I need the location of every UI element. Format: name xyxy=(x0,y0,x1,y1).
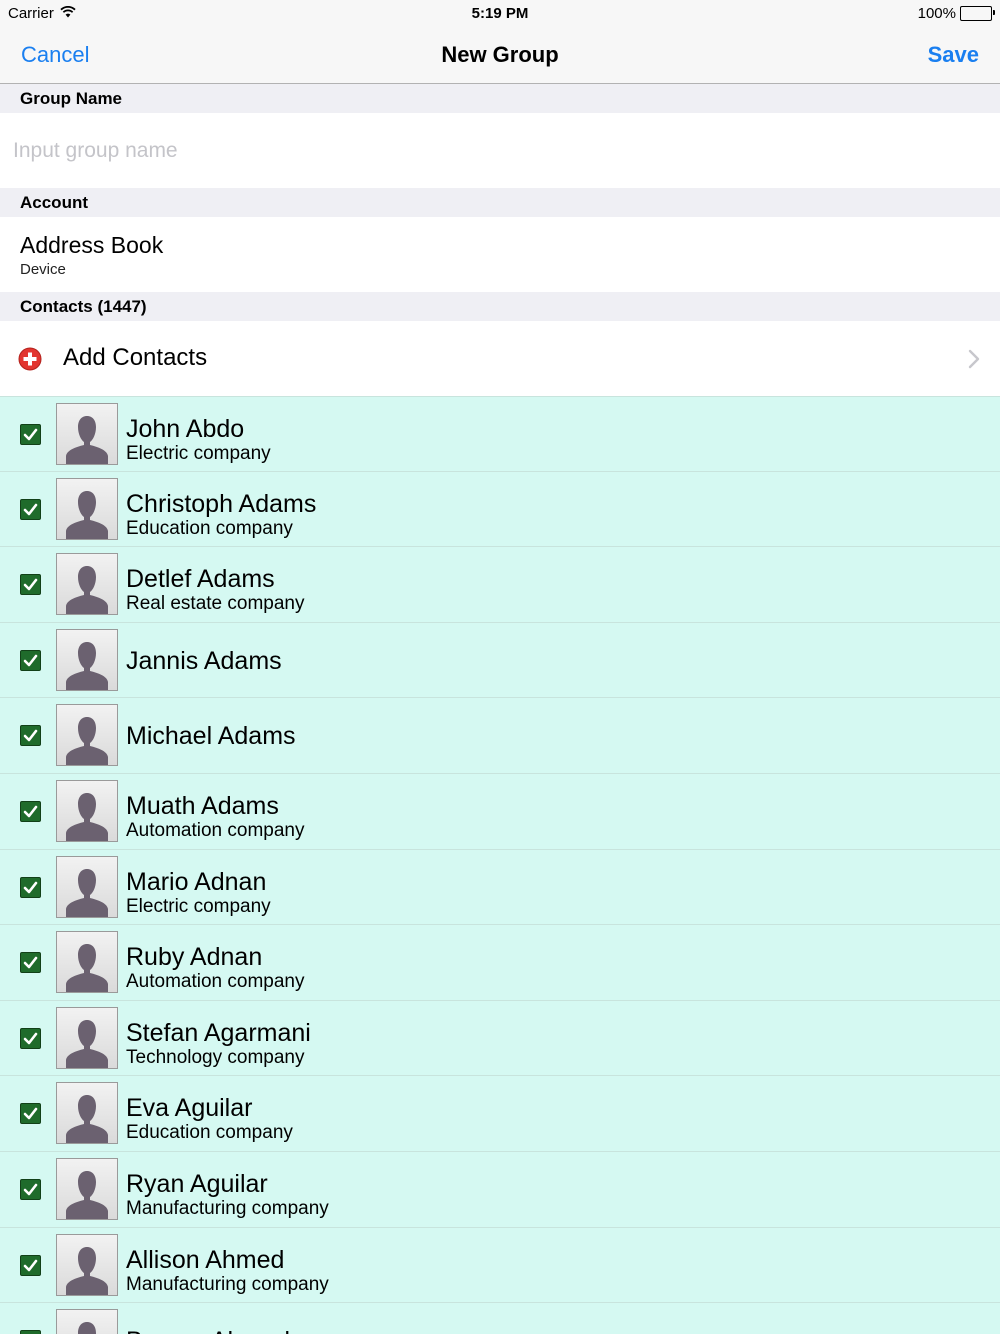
clock: 5:19 PM xyxy=(471,5,529,22)
contact-name: Ruby Adnan xyxy=(126,943,263,972)
contact-company: Electric company xyxy=(126,443,271,464)
avatar-placeholder-icon xyxy=(56,1082,118,1145)
avatar-placeholder-icon xyxy=(56,855,118,918)
contact-row[interactable]: Christoph Adams Education company xyxy=(0,472,1000,548)
contact-company: Education company xyxy=(126,1122,293,1144)
contact-row[interactable]: Stefan Agarmani Technology company xyxy=(0,1001,1000,1077)
contact-company: Automation company xyxy=(126,819,305,841)
avatar-placeholder-icon xyxy=(56,931,118,994)
avatar-placeholder-icon xyxy=(56,1006,118,1069)
contact-name: Stefan Agarmani xyxy=(126,1018,311,1047)
wifi-icon xyxy=(60,5,76,22)
contact-company: Automation company xyxy=(126,971,305,993)
avatar-placeholder-icon xyxy=(56,704,118,767)
add-contacts-button[interactable]: Add Contacts xyxy=(0,321,1000,396)
add-contacts-label: Add Contacts xyxy=(63,344,208,371)
contact-name: Detlef Adams xyxy=(126,565,275,594)
checkbox-checked-icon[interactable] xyxy=(20,1178,41,1200)
contact-company: Real estate company xyxy=(126,593,305,615)
contact-name: Allison Ahmed xyxy=(126,1245,285,1274)
chevron-right-icon xyxy=(968,349,980,369)
carrier-group: Carrier xyxy=(8,5,76,22)
avatar-placeholder-icon xyxy=(56,628,118,691)
contact-name: Muath Adams xyxy=(126,791,279,820)
checkbox-checked-icon[interactable] xyxy=(20,952,41,974)
contact-name: Mario Adnan xyxy=(126,867,267,896)
contacts-list[interactable]: John Abdo Electric company Christoph Ada… xyxy=(0,396,1000,1334)
avatar-placeholder-icon xyxy=(56,1157,118,1220)
battery-percent: 100% xyxy=(917,5,956,22)
contact-row[interactable]: Detlef Adams Real estate company xyxy=(0,547,1000,623)
contact-name: Ryan Aguilar xyxy=(126,1169,268,1198)
group-name-header: Group Name xyxy=(0,84,1000,113)
account-cell[interactable]: Address Book Device xyxy=(0,217,1000,292)
contact-company: Education company xyxy=(126,517,293,539)
cancel-button[interactable]: Cancel xyxy=(21,42,89,68)
contact-row[interactable]: Barnes Ahmed xyxy=(0,1303,1000,1334)
contact-row[interactable]: Ruby Adnan Automation company xyxy=(0,925,1000,1001)
battery-group: 100% xyxy=(917,5,995,22)
contact-row[interactable]: Mario Adnan Electric company xyxy=(0,850,1000,926)
group-name-input[interactable] xyxy=(0,113,1000,188)
checkbox-checked-icon[interactable] xyxy=(20,424,41,445)
checkbox-checked-icon[interactable] xyxy=(20,649,41,671)
contact-company: Technology company xyxy=(126,1046,305,1068)
checkbox-checked-icon[interactable] xyxy=(20,725,41,747)
avatar-placeholder-icon xyxy=(56,553,118,616)
contact-row[interactable]: Michael Adams xyxy=(0,698,1000,774)
contact-row[interactable]: Ryan Aguilar Manufacturing company xyxy=(0,1152,1000,1228)
checkbox-checked-icon[interactable] xyxy=(20,1103,41,1125)
save-button[interactable]: Save xyxy=(928,42,979,68)
battery-icon xyxy=(960,6,995,21)
contact-company: Manufacturing company xyxy=(126,1273,329,1295)
checkbox-checked-icon[interactable] xyxy=(20,800,41,822)
navigation-bar: Cancel New Group Save xyxy=(0,28,1000,84)
contact-row[interactable]: Eva Aguilar Education company xyxy=(0,1076,1000,1152)
avatar-placeholder-icon xyxy=(56,403,118,465)
contact-name: Christoph Adams xyxy=(126,489,317,518)
avatar-placeholder-icon xyxy=(56,477,118,540)
checkbox-checked-icon[interactable] xyxy=(20,876,41,898)
contact-company: Manufacturing company xyxy=(126,1197,329,1219)
contact-row[interactable]: John Abdo Electric company xyxy=(0,396,1000,472)
checkbox-checked-icon[interactable] xyxy=(20,1027,41,1049)
carrier-label: Carrier xyxy=(8,5,54,22)
plus-circle-icon xyxy=(18,347,42,371)
avatar-placeholder-icon xyxy=(56,1233,118,1296)
account-subtitle: Device xyxy=(20,261,66,278)
avatar-placeholder-icon xyxy=(56,779,118,842)
checkbox-checked-icon[interactable] xyxy=(20,1254,41,1276)
checkbox-checked-icon[interactable] xyxy=(20,1330,41,1334)
contact-row[interactable]: Muath Adams Automation company xyxy=(0,774,1000,850)
checkbox-checked-icon[interactable] xyxy=(20,498,41,520)
contact-name: Eva Aguilar xyxy=(126,1094,253,1123)
contact-name: Michael Adams xyxy=(126,722,296,751)
contact-name: John Abdo xyxy=(126,415,245,443)
checkbox-checked-icon[interactable] xyxy=(20,574,41,596)
avatar-placeholder-icon xyxy=(56,1309,118,1334)
contact-row[interactable]: Allison Ahmed Manufacturing company xyxy=(0,1228,1000,1304)
contact-row[interactable]: Jannis Adams xyxy=(0,623,1000,699)
contact-name: Jannis Adams xyxy=(126,646,282,675)
status-bar: Carrier 5:19 PM 100% xyxy=(0,0,1000,28)
contacts-header: Contacts (1447) xyxy=(0,292,1000,321)
page-title: New Group xyxy=(441,42,559,67)
account-title: Address Book xyxy=(20,232,164,258)
contact-company: Electric company xyxy=(126,895,271,917)
account-header: Account xyxy=(0,188,1000,217)
contact-name: Barnes Ahmed xyxy=(126,1327,290,1334)
